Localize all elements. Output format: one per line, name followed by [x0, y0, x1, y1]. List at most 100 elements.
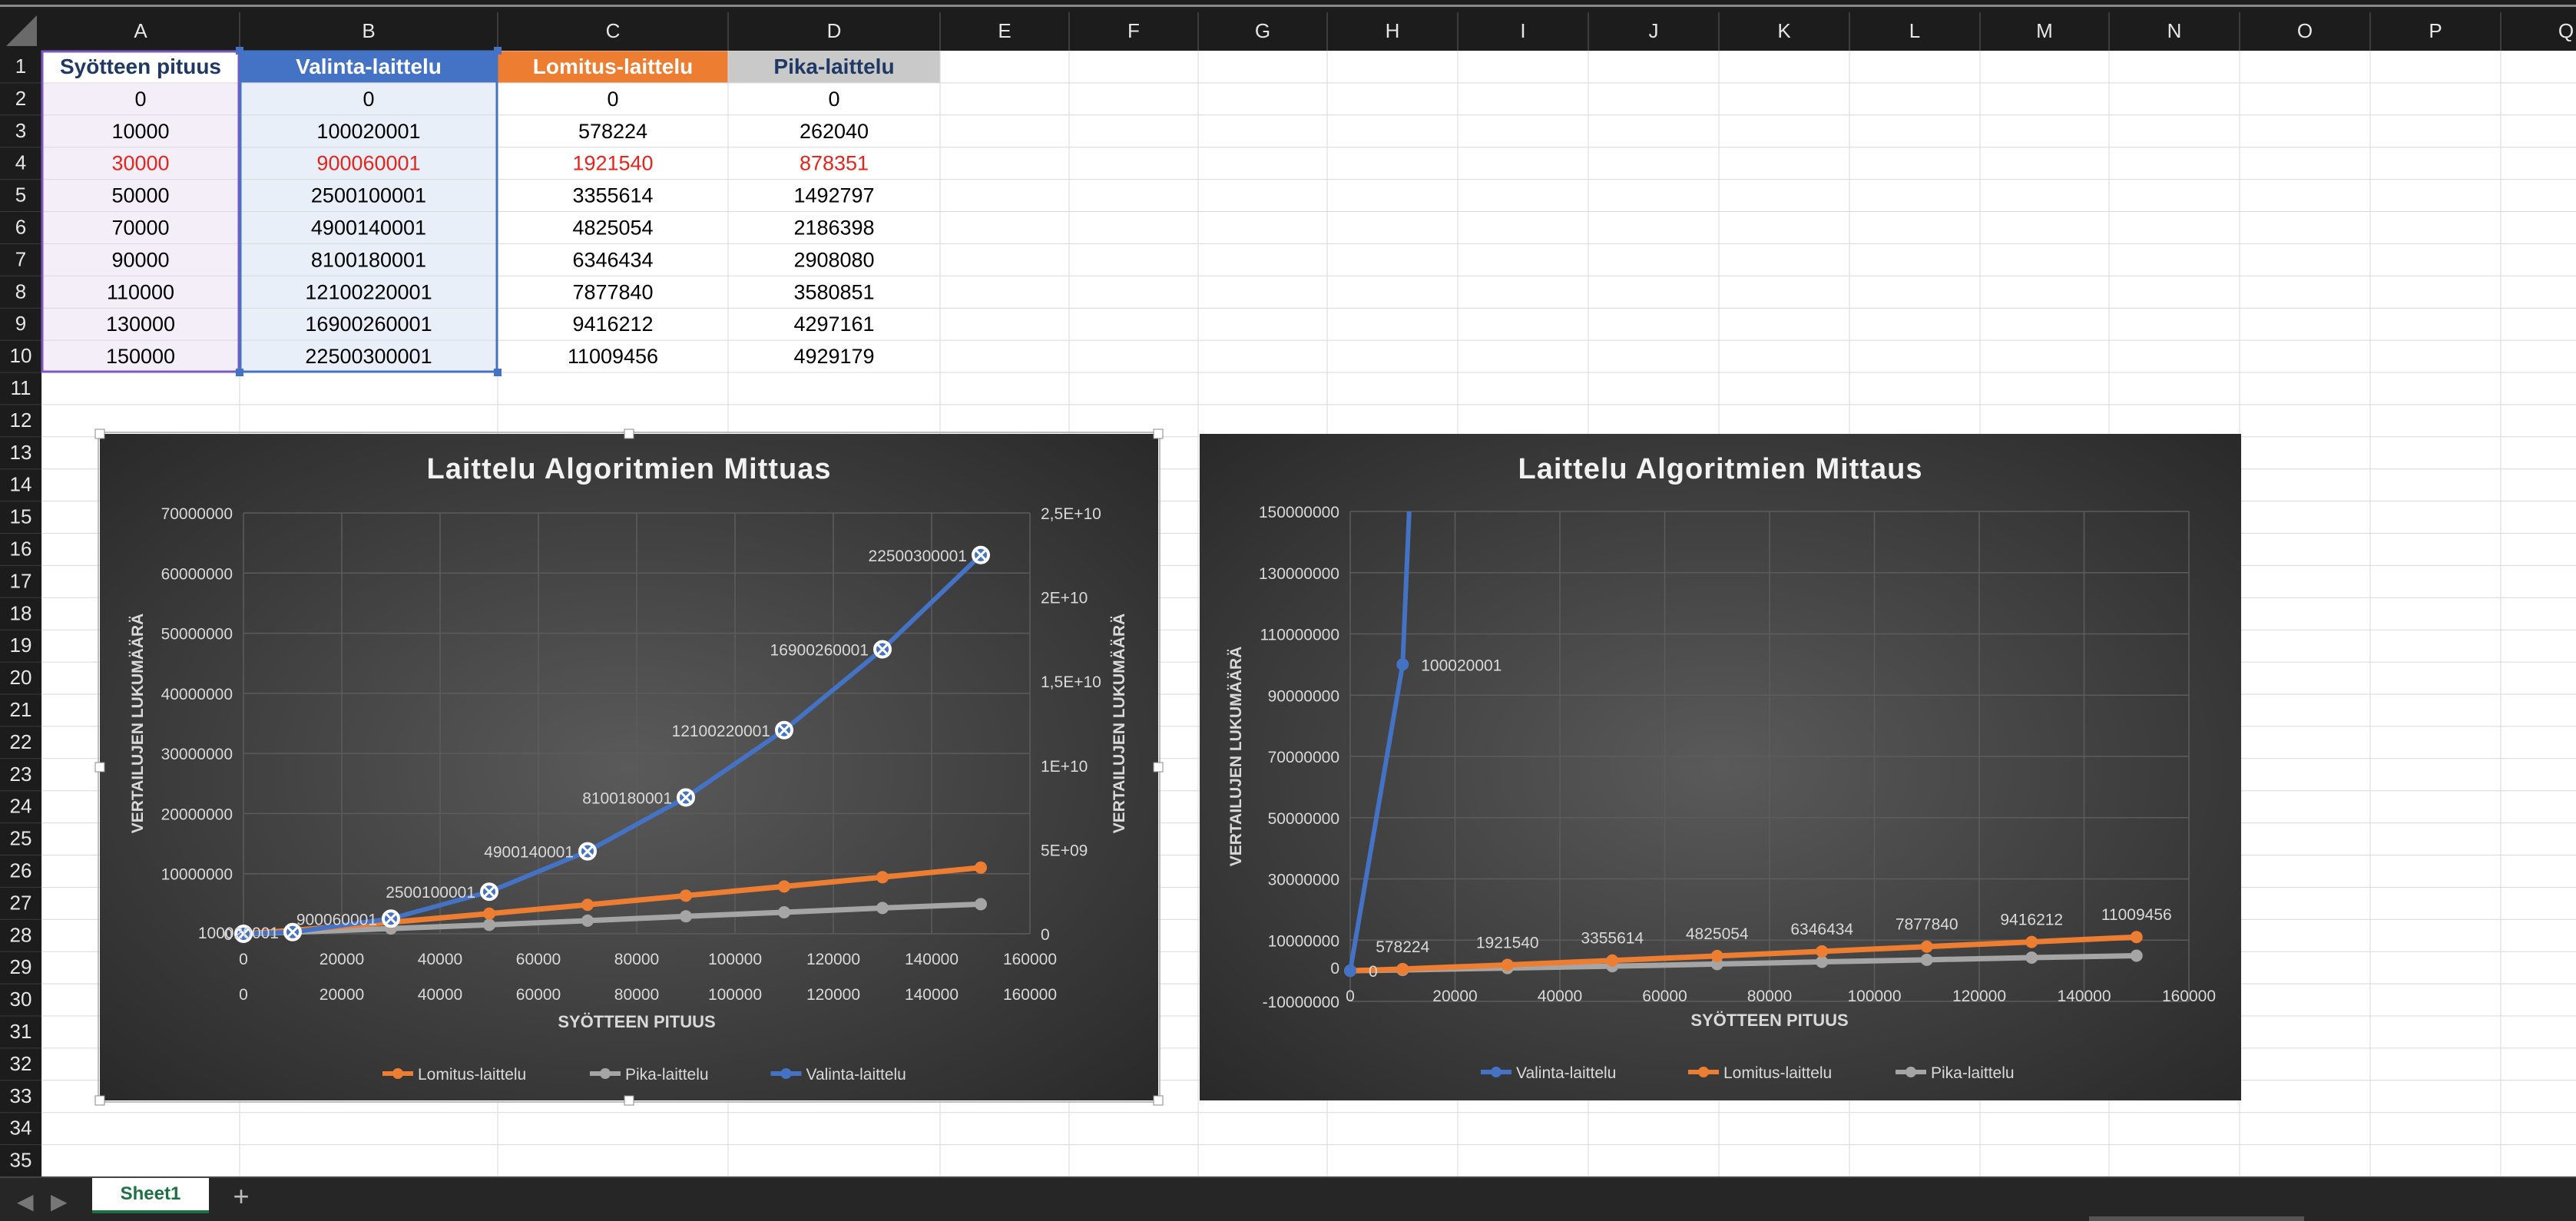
- series-point-pika-laittelu[interactable]: [680, 910, 692, 923]
- cell-d9[interactable]: 4297161: [793, 313, 874, 336]
- series-point-lomitus-laittelu[interactable]: [1606, 954, 1619, 967]
- legend-label-lomitus-laittelu[interactable]: Lomitus-laittelu: [418, 1066, 526, 1084]
- chart-resize-handle[interactable]: [1153, 1095, 1164, 1106]
- row-number-4[interactable]: 4: [15, 151, 26, 174]
- series-point-pika-laittelu[interactable]: [2025, 951, 2038, 964]
- cell-d6[interactable]: 2186398: [793, 217, 874, 240]
- column-header-m[interactable]: M: [2036, 19, 2053, 42]
- cell-c10[interactable]: 11009456: [568, 345, 658, 368]
- row-number-15[interactable]: 15: [10, 505, 32, 528]
- row-number-12[interactable]: 12: [10, 409, 32, 432]
- row-number-6[interactable]: 6: [15, 216, 26, 239]
- column-header-l[interactable]: L: [1909, 19, 1920, 42]
- row-number-18[interactable]: 18: [10, 601, 32, 624]
- row-number-10[interactable]: 10: [10, 344, 32, 367]
- series-point-pika-laittelu[interactable]: [975, 898, 987, 911]
- series-point-lomitus-laittelu[interactable]: [581, 898, 594, 912]
- column-header-n[interactable]: N: [2167, 19, 2182, 42]
- series-point-lomitus-laittelu[interactable]: [1396, 962, 1409, 975]
- cell-c6[interactable]: 4825054: [572, 217, 653, 240]
- cell-a6[interactable]: 70000: [111, 217, 169, 240]
- column-header-e[interactable]: E: [998, 19, 1011, 42]
- row-number-1[interactable]: 1: [15, 55, 26, 78]
- series-point-lomitus-laittelu[interactable]: [876, 871, 889, 884]
- series-point-lomitus-laittelu[interactable]: [1816, 945, 1829, 958]
- cell-c3[interactable]: 578224: [578, 120, 647, 143]
- cell-b5[interactable]: 2500100001: [311, 184, 426, 207]
- column-header-p[interactable]: P: [2429, 19, 2442, 42]
- cell-c2[interactable]: 0: [607, 88, 618, 111]
- header-syotteen-pituus[interactable]: Syötteen pituus: [60, 55, 221, 78]
- chart-resize-handle[interactable]: [624, 1095, 634, 1106]
- row-number-34[interactable]: 34: [10, 1117, 32, 1140]
- series-point-pika-laittelu[interactable]: [1816, 955, 1829, 968]
- column-header-i[interactable]: I: [1520, 19, 1525, 42]
- cell-b4[interactable]: 900060001: [316, 152, 420, 175]
- column-header-g[interactable]: G: [1255, 19, 1270, 42]
- row-number-23[interactable]: 23: [10, 763, 32, 786]
- next-sheet-arrow-icon[interactable]: ▶: [51, 1189, 68, 1214]
- cell-c8[interactable]: 7877840: [572, 280, 653, 303]
- chart-resize-handle[interactable]: [94, 762, 105, 773]
- cell-b2[interactable]: 0: [363, 88, 374, 111]
- column-header-q[interactable]: Q: [2558, 19, 2574, 42]
- row-number-31[interactable]: 31: [10, 1020, 32, 1043]
- cell-c5[interactable]: 3355614: [572, 184, 653, 207]
- column-header-b[interactable]: B: [362, 19, 375, 42]
- row-number-35[interactable]: 35: [10, 1149, 32, 1172]
- row-number-29[interactable]: 29: [10, 955, 32, 978]
- prev-sheet-arrow-icon[interactable]: ◀: [17, 1189, 34, 1214]
- cell-b7[interactable]: 8100180001: [311, 248, 426, 271]
- selection-handle[interactable]: [494, 47, 502, 55]
- row-number-20[interactable]: 20: [10, 666, 32, 689]
- chart-resize-handle[interactable]: [1153, 429, 1164, 439]
- cell-a2[interactable]: 0: [134, 88, 146, 111]
- series-point-lomitus-laittelu[interactable]: [2130, 931, 2143, 944]
- cell-d7[interactable]: 2908080: [793, 248, 874, 271]
- row-number-14[interactable]: 14: [10, 473, 32, 496]
- chart-resize-handle[interactable]: [624, 429, 634, 439]
- cell-d4[interactable]: 878351: [800, 152, 869, 175]
- cell-c9[interactable]: 9416212: [572, 313, 653, 336]
- row-number-2[interactable]: 2: [15, 87, 26, 110]
- cell-a8[interactable]: 110000: [107, 280, 174, 303]
- header-lomitus-laittelu[interactable]: Lomitus-laittelu: [533, 55, 693, 78]
- add-sheet-button[interactable]: +: [223, 1180, 260, 1212]
- row-number-8[interactable]: 8: [15, 280, 26, 303]
- chart-legend[interactable]: Valinta-laittelu Lomitus-laittelu Pika-lai…: [1481, 1064, 2015, 1082]
- cell-a5[interactable]: 50000: [111, 184, 169, 207]
- row-number-21[interactable]: 21: [10, 698, 32, 721]
- selection-handle[interactable]: [236, 369, 243, 376]
- cell-b10[interactable]: 22500300001: [305, 345, 432, 368]
- cell-b9[interactable]: 16900260001: [305, 313, 432, 336]
- cell-b3[interactable]: 100020001: [316, 120, 420, 143]
- series-point-lomitus-laittelu[interactable]: [1501, 958, 1514, 971]
- legend-label-pika-laittelu[interactable]: Pika-laittelu: [625, 1066, 709, 1084]
- cell-c7[interactable]: 6346434: [572, 248, 653, 271]
- chart-legend[interactable]: Lomitus-laittelu Pika-laittelu Valinta-lai…: [382, 1066, 906, 1084]
- row-number-22[interactable]: 22: [10, 730, 32, 753]
- cell-d3[interactable]: 262040: [800, 120, 869, 143]
- sheet-tab-sheet1[interactable]: Sheet1: [92, 1178, 209, 1213]
- legend-label-valinta-laittelu[interactable]: Valinta-laittelu: [1516, 1064, 1616, 1082]
- column-header-f[interactable]: F: [1127, 19, 1140, 42]
- header-valinta-laittelu[interactable]: Valinta-laittelu: [296, 55, 442, 78]
- row-number-5[interactable]: 5: [15, 184, 26, 207]
- chart-resize-handle[interactable]: [94, 429, 105, 439]
- cell-d5[interactable]: 1492797: [793, 184, 874, 207]
- column-header-a[interactable]: A: [134, 19, 147, 42]
- cell-c4[interactable]: 1921540: [572, 152, 653, 175]
- row-number-7[interactable]: 7: [15, 247, 26, 270]
- series-point-valinta-laittelu[interactable]: [1344, 965, 1356, 978]
- legend-label-valinta-laittelu[interactable]: Valinta-laittelu: [806, 1066, 906, 1084]
- row-number-19[interactable]: 19: [10, 634, 32, 657]
- series-point-lomitus-laittelu[interactable]: [483, 907, 495, 920]
- selection-handle[interactable]: [236, 47, 243, 55]
- horizontal-scrollbar[interactable]: [2089, 1216, 2304, 1221]
- row-number-11[interactable]: 11: [11, 376, 31, 399]
- row-number-13[interactable]: 13: [10, 441, 32, 464]
- row-number-25[interactable]: 25: [10, 827, 32, 850]
- column-header-d[interactable]: D: [827, 19, 842, 42]
- row-number-30[interactable]: 30: [10, 988, 32, 1011]
- series-point-valinta-laittelu[interactable]: [1396, 658, 1409, 671]
